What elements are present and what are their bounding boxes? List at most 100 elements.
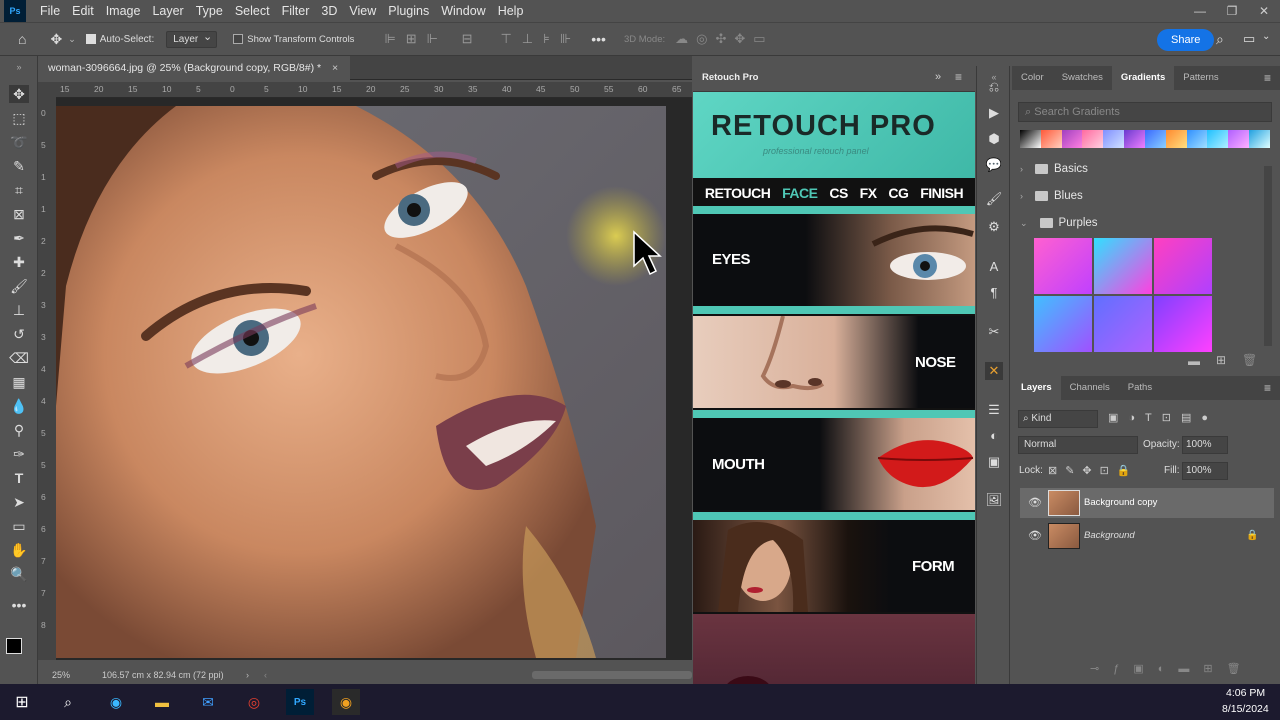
menu-type[interactable]: Type bbox=[190, 0, 229, 22]
image-panel-icon[interactable]: 🖼 bbox=[985, 491, 1003, 509]
chrome-icon[interactable]: ◎ bbox=[240, 689, 268, 715]
3d-mode-icons[interactable]: ☁◎✣✥▭ bbox=[675, 31, 773, 47]
move-tool-preset-icon[interactable]: ✥ bbox=[50, 31, 62, 48]
layer-filter-kind[interactable]: ⌕ Kind bbox=[1018, 410, 1098, 428]
photoshop-logo-icon[interactable]: Ps bbox=[4, 0, 26, 22]
paragraph-icon[interactable]: ¶ bbox=[985, 284, 1003, 302]
chevron-down-icon[interactable]: ⌄ bbox=[68, 34, 76, 45]
form-card[interactable]: FORM bbox=[693, 520, 975, 612]
search-icon[interactable]: ⌕ bbox=[54, 689, 82, 715]
gradient-swatch[interactable] bbox=[1034, 296, 1092, 352]
foreground-color-swatch[interactable] bbox=[6, 638, 22, 654]
retouch-panel-title[interactable]: Retouch Pro bbox=[702, 72, 758, 83]
gradient-tool-icon[interactable]: ▦ bbox=[9, 373, 29, 391]
search-gradients-input[interactable]: ⌕ Search Gradients bbox=[1018, 102, 1272, 122]
rectangle-tool-icon[interactable]: ▭ bbox=[9, 517, 29, 535]
close-icon[interactable]: ✕ bbox=[1248, 0, 1280, 22]
menu-filter[interactable]: Filter bbox=[276, 0, 316, 22]
new-gradient-icon[interactable]: ⊞ bbox=[1216, 353, 1226, 367]
menu-image[interactable]: Image bbox=[100, 0, 147, 22]
tab-swatches[interactable]: Swatches bbox=[1053, 66, 1112, 90]
clone-source-icon[interactable]: ⚙ bbox=[985, 218, 1003, 236]
quick-select-tool-icon[interactable]: ✎ bbox=[9, 157, 29, 175]
menu-file[interactable]: File bbox=[34, 0, 66, 22]
adjustments-icon[interactable]: ☰ bbox=[985, 401, 1003, 419]
brush-settings-icon[interactable]: 🖌 bbox=[985, 190, 1003, 208]
lasso-tool-icon[interactable]: ➰ bbox=[9, 133, 29, 151]
tab-patterns[interactable]: Patterns bbox=[1174, 66, 1227, 90]
actions-play-icon[interactable]: ▶ bbox=[985, 104, 1003, 122]
document-image[interactable] bbox=[56, 106, 666, 658]
layer-row-background-copy[interactable]: 👁 Background copy bbox=[1020, 488, 1274, 518]
new-group-icon[interactable]: ▬ bbox=[1188, 354, 1200, 368]
mouth-card[interactable]: MOUTH bbox=[693, 418, 975, 510]
home-icon[interactable]: ⌂ bbox=[18, 31, 26, 47]
tab-cg[interactable]: CG bbox=[888, 185, 909, 201]
delete-gradient-icon[interactable]: 🗑 bbox=[1242, 353, 1257, 367]
gradient-swatch[interactable] bbox=[1154, 238, 1212, 294]
nose-card[interactable]: NOSE bbox=[693, 316, 975, 408]
character-icon[interactable]: A bbox=[985, 258, 1003, 276]
layer-name[interactable]: Background copy bbox=[1084, 488, 1157, 518]
photoshop-taskbar-icon[interactable]: Ps bbox=[286, 689, 314, 715]
path-select-icon[interactable]: ➤ bbox=[9, 493, 29, 511]
menu-help[interactable]: Help bbox=[492, 0, 530, 22]
menu-window[interactable]: Window bbox=[435, 0, 491, 22]
gradients-scrollbar[interactable] bbox=[1264, 166, 1272, 346]
tab-channels[interactable]: Channels bbox=[1061, 376, 1119, 400]
gradient-folder-purples[interactable]: ⌄ Purples bbox=[1020, 212, 1274, 234]
brush-tool-icon[interactable]: 🖌 bbox=[9, 277, 29, 295]
document-tab[interactable]: woman-3096664.jpg @ 25% (Background copy… bbox=[38, 56, 350, 80]
pen-tool-icon[interactable]: ✑ bbox=[9, 445, 29, 463]
horizontal-scrollbar[interactable] bbox=[532, 671, 692, 679]
tab-finish[interactable]: FINISH bbox=[920, 185, 963, 201]
menu-plugins[interactable]: Plugins bbox=[382, 0, 435, 22]
fill-field[interactable]: 100% bbox=[1182, 462, 1228, 480]
close-tab-icon[interactable]: × bbox=[332, 62, 338, 74]
history-icon[interactable]: ⎌ bbox=[985, 78, 1003, 96]
edge-browser-icon[interactable]: ◉ bbox=[102, 689, 130, 715]
zoom-tool-icon[interactable]: 🔍 bbox=[9, 565, 29, 583]
blur-tool-icon[interactable]: 💧 bbox=[9, 397, 29, 415]
menu-edit[interactable]: Edit bbox=[66, 0, 100, 22]
type-tool-icon[interactable]: T bbox=[9, 469, 29, 487]
clock-time[interactable]: 4:06 PM bbox=[1226, 687, 1265, 699]
collapse-panel-icon[interactable]: » bbox=[935, 71, 941, 83]
menu-select[interactable]: Select bbox=[229, 0, 276, 22]
menu-3d[interactable]: 3D bbox=[315, 0, 343, 22]
visibility-eye-icon[interactable]: 👁 bbox=[1028, 521, 1042, 551]
gradient-presets-row[interactable] bbox=[1020, 130, 1270, 148]
workspace-icon[interactable]: ▭ bbox=[1243, 31, 1255, 47]
gradient-swatch[interactable] bbox=[1034, 238, 1092, 294]
hand-tool-icon[interactable]: ✋ bbox=[9, 541, 29, 559]
tab-gradients[interactable]: Gradients bbox=[1111, 66, 1175, 90]
layer-row-background[interactable]: 👁 Background 🔒 bbox=[1020, 521, 1274, 551]
recorder-app-icon[interactable]: ◉ bbox=[332, 689, 360, 715]
comments-icon[interactable]: 💬 bbox=[985, 156, 1003, 174]
layer-name[interactable]: Background bbox=[1084, 521, 1135, 551]
search-icon[interactable]: ⌕ bbox=[1216, 31, 1224, 48]
styles-icon[interactable]: ▣ bbox=[985, 453, 1003, 471]
zoom-level[interactable]: 25% bbox=[52, 667, 70, 683]
restore-icon[interactable]: ❐ bbox=[1216, 0, 1248, 22]
layer-action-icons[interactable]: ⊸ƒ▣◐▬⊞🗑 bbox=[1090, 662, 1255, 675]
align-icons[interactable]: ⊫⊞⊩ ⊟ bbox=[384, 31, 482, 47]
distribute-icons[interactable]: ⊤⊥⊧⊪ bbox=[500, 31, 581, 47]
gradient-swatch[interactable] bbox=[1094, 238, 1152, 294]
layer-filter-icons[interactable]: ▣◑T⊡▤● bbox=[1108, 411, 1218, 424]
move-tool-icon[interactable]: ✥ bbox=[9, 85, 29, 103]
frame-tool-icon[interactable]: ⊠ bbox=[9, 205, 29, 223]
scroll-left-icon[interactable]: ‹ bbox=[264, 667, 267, 683]
auto-select-checkbox[interactable] bbox=[85, 34, 96, 44]
blend-mode-dropdown[interactable]: Normal bbox=[1018, 436, 1138, 454]
history-brush-icon[interactable]: ↺ bbox=[9, 325, 29, 343]
properties-icon[interactable]: ◐ bbox=[985, 427, 1003, 445]
status-chevron-icon[interactable]: › bbox=[246, 667, 249, 683]
gradient-swatch[interactable] bbox=[1154, 296, 1212, 352]
eyes-card[interactable]: EYES bbox=[693, 214, 975, 306]
lock-icons[interactable]: ⊠✎✥⊡🔒 bbox=[1048, 464, 1139, 477]
visibility-eye-icon[interactable]: 👁 bbox=[1028, 488, 1042, 518]
opacity-field[interactable]: 100% bbox=[1182, 436, 1228, 454]
layers-menu-icon[interactable]: ≡ bbox=[1255, 376, 1280, 400]
tab-layers[interactable]: Layers bbox=[1012, 376, 1061, 400]
